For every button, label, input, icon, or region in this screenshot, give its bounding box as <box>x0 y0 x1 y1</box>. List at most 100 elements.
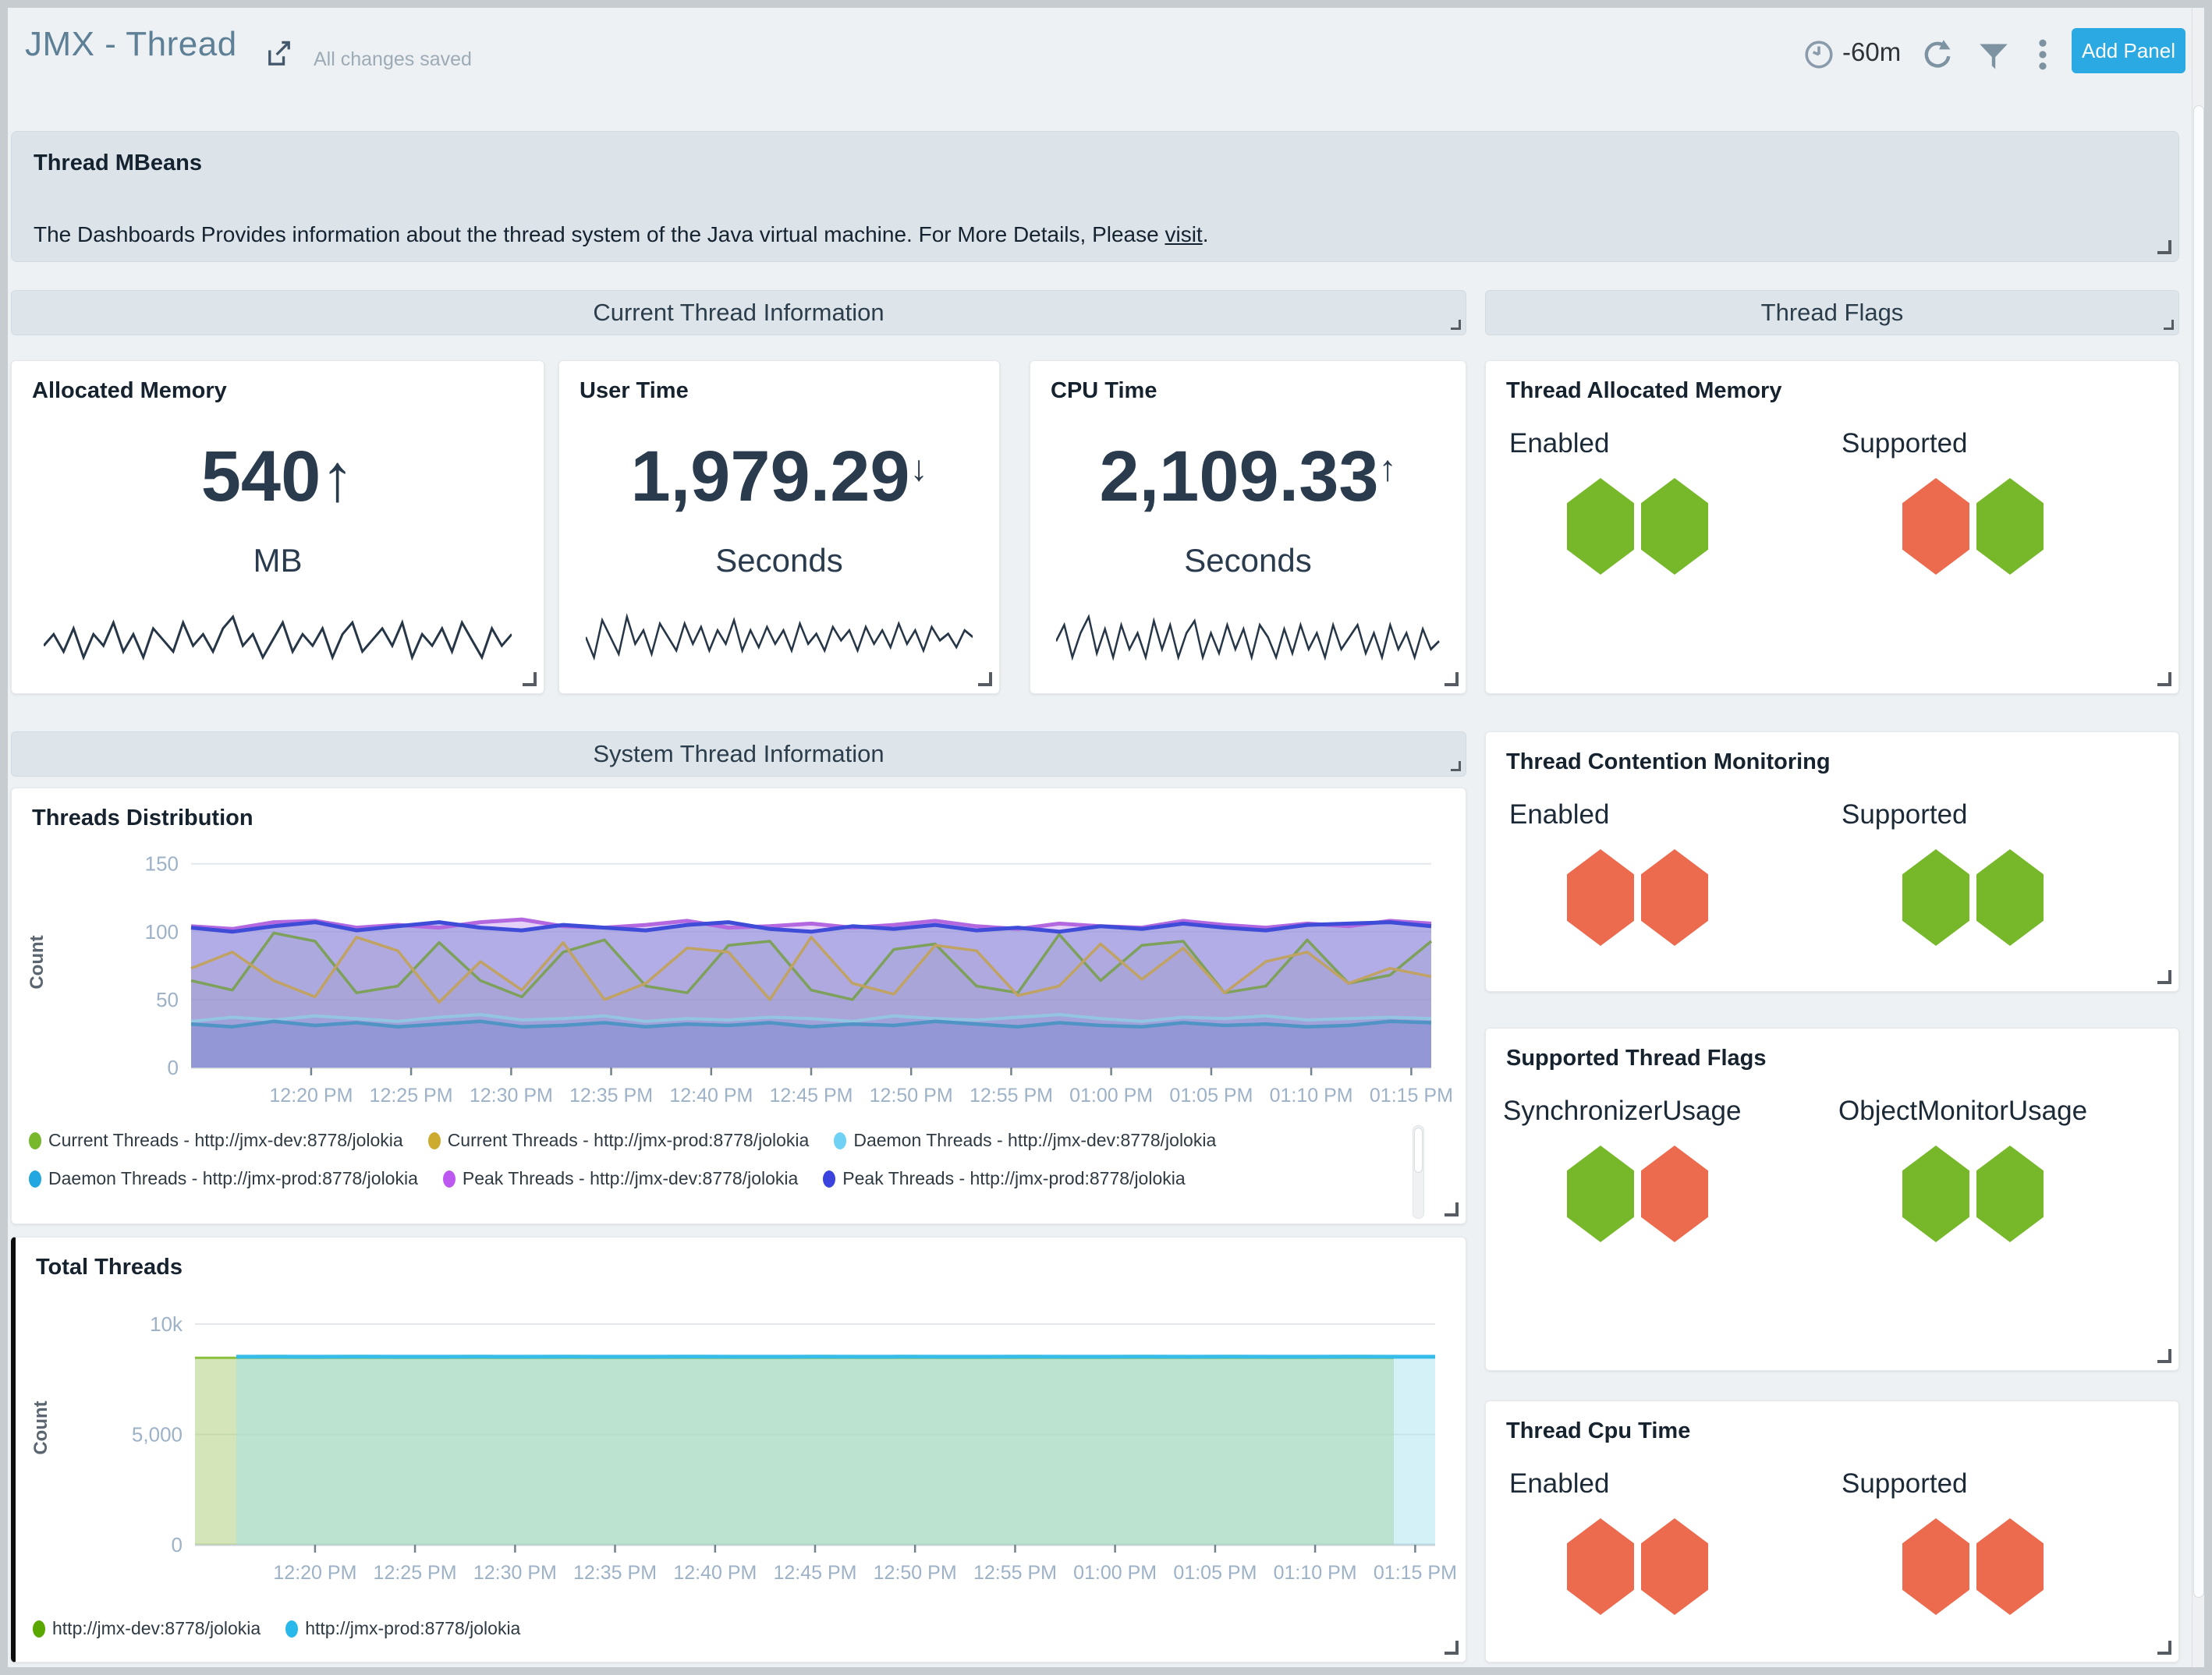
legend-item[interactable]: Peak Threads - http://jmx-prod:8778/jolo… <box>823 1168 1185 1189</box>
mbeans-description: The Dashboards Provides information abou… <box>34 222 1209 247</box>
flag-panel-supported-thread-flags: Supported Thread Flags SynchronizerUsage… <box>1485 1028 2179 1371</box>
thread-mbeans-panel: Thread MBeans The Dashboards Provides in… <box>11 131 2179 262</box>
resize-handle[interactable] <box>2157 1349 2171 1363</box>
legend-series-dot <box>443 1170 456 1188</box>
stat-panel-user-time: User Time 1,979.29↓ Seconds <box>558 360 1000 694</box>
svg-text:50: 50 <box>156 988 179 1011</box>
svg-text:12:30 PM: 12:30 PM <box>470 1085 553 1107</box>
resize-handle[interactable] <box>2157 970 2171 984</box>
hexagon-orange-indicator <box>1641 1146 1708 1242</box>
page-scrollbar-thumb[interactable] <box>2193 105 2204 1598</box>
legend-series-label: Peak Threads - http://jmx-prod:8778/jolo… <box>842 1168 1185 1189</box>
legend-series-label: http://jmx-dev:8778/jolokia <box>52 1618 261 1639</box>
svg-text:01:15 PM: 01:15 PM <box>1370 1085 1453 1107</box>
visit-link[interactable]: visit <box>1164 222 1202 246</box>
resize-handle[interactable] <box>2157 672 2171 686</box>
resize-handle[interactable] <box>2157 240 2171 254</box>
stat-unit: Seconds <box>559 542 999 579</box>
hexagon-green-indicator <box>1641 478 1708 575</box>
svg-text:12:50 PM: 12:50 PM <box>870 1085 953 1107</box>
legend-series-dot <box>834 1132 846 1149</box>
sparkline <box>586 612 973 662</box>
stat-value: 1,979.29↓ <box>559 436 999 518</box>
svg-text:01:10 PM: 01:10 PM <box>1270 1085 1353 1107</box>
legend-series-label: Daemon Threads - http://jmx-dev:8778/jol… <box>853 1130 1216 1151</box>
chart-title: Total Threads <box>36 1255 183 1280</box>
svg-text:01:10 PM: 01:10 PM <box>1274 1562 1357 1584</box>
legend-item[interactable]: Peak Threads - http://jmx-dev:8778/jolok… <box>443 1168 798 1189</box>
legend-scrollbar[interactable] <box>1413 1125 1424 1219</box>
svg-text:01:05 PM: 01:05 PM <box>1173 1562 1257 1584</box>
hex-indicator-group <box>1567 849 1708 946</box>
add-panel-button[interactable]: Add Panel <box>2072 28 2185 73</box>
resize-handle[interactable] <box>1451 320 1461 330</box>
total-threads-chart: 05,00010kCount12:20 PM12:25 PM12:30 PM12… <box>16 1297 1466 1601</box>
legend-item[interactable]: http://jmx-prod:8778/jolokia <box>285 1618 520 1639</box>
legend-series-label: Current Threads - http://jmx-prod:8778/j… <box>448 1130 810 1151</box>
resize-handle[interactable] <box>523 672 537 686</box>
resize-handle[interactable] <box>1451 761 1461 771</box>
svg-text:12:35 PM: 12:35 PM <box>573 1562 657 1584</box>
kebab-menu-icon[interactable] <box>2037 39 2048 70</box>
hexagon-green-indicator <box>1976 849 2044 946</box>
hex-indicator-group <box>1567 1518 1708 1615</box>
section-thread-flags: Thread Flags <box>1485 290 2179 335</box>
resize-handle[interactable] <box>978 672 992 686</box>
legend-series-label: Daemon Threads - http://jmx-prod:8778/jo… <box>48 1168 418 1189</box>
hexagon-orange-indicator <box>1902 478 1969 575</box>
hexagon-green-indicator <box>1902 1146 1969 1242</box>
legend-item[interactable]: Current Threads - http://jmx-prod:8778/j… <box>428 1130 810 1151</box>
sparkline <box>44 612 512 662</box>
filter-icon[interactable] <box>1978 42 2009 70</box>
section-system-thread-information: System Thread Information <box>11 731 1466 777</box>
sparkline <box>1056 612 1439 662</box>
total-threads-panel: Total Threads 05,00010kCount12:20 PM12:2… <box>11 1237 1466 1663</box>
svg-text:01:00 PM: 01:00 PM <box>1069 1085 1153 1107</box>
resize-handle[interactable] <box>1445 672 1459 686</box>
trend-down-icon: ↓ <box>910 448 928 488</box>
resize-handle[interactable] <box>1445 1641 1459 1655</box>
threads-distribution-panel: Threads Distribution 050100150Count12:20… <box>11 788 1466 1224</box>
stat-unit: Seconds <box>1030 542 1466 579</box>
stat-panel-cpu-time: CPU Time 2,109.33↑ Seconds <box>1030 360 1466 694</box>
legend-item[interactable]: Daemon Threads - http://jmx-prod:8778/jo… <box>29 1168 418 1189</box>
legend-item[interactable]: Daemon Threads - http://jmx-dev:8778/jol… <box>834 1130 1216 1151</box>
time-range-picker[interactable]: -60m <box>1842 37 1901 67</box>
svg-text:12:45 PM: 12:45 PM <box>773 1562 856 1584</box>
svg-text:12:35 PM: 12:35 PM <box>569 1085 653 1107</box>
svg-text:12:40 PM: 12:40 PM <box>673 1562 757 1584</box>
legend-series-dot <box>29 1170 41 1188</box>
legend-series-label: Current Threads - http://jmx-dev:8778/jo… <box>48 1130 403 1151</box>
dashboard-page: JMX - Thread All changes saved -60m Add … <box>8 8 2204 1667</box>
resize-handle[interactable] <box>2157 1641 2171 1655</box>
hexagon-green-indicator <box>1976 1146 2044 1242</box>
legend-series-label: http://jmx-prod:8778/jolokia <box>305 1618 520 1639</box>
hex-indicator-group <box>1567 478 1708 575</box>
svg-text:01:05 PM: 01:05 PM <box>1169 1085 1253 1107</box>
share-icon[interactable] <box>264 39 295 70</box>
svg-text:0: 0 <box>172 1533 183 1556</box>
hexagon-orange-indicator <box>1902 1518 1969 1615</box>
legend-scrollbar-thumb[interactable] <box>1414 1128 1423 1173</box>
refresh-icon[interactable] <box>1920 37 1955 72</box>
resize-handle[interactable] <box>1445 1202 1459 1216</box>
legend-item[interactable]: http://jmx-dev:8778/jolokia <box>33 1618 261 1639</box>
trend-up-icon: ↑ <box>1379 448 1397 488</box>
flag-panel-thread-allocated-memory: Thread Allocated Memory Enabled Supporte… <box>1485 360 2179 694</box>
svg-text:12:20 PM: 12:20 PM <box>273 1562 356 1584</box>
hexagon-orange-indicator <box>1567 849 1634 946</box>
svg-text:12:25 PM: 12:25 PM <box>374 1562 457 1584</box>
stat-unit: MB <box>12 542 544 579</box>
clock-icon[interactable] <box>1803 39 1834 70</box>
hexagon-green-indicator <box>1976 478 2044 575</box>
resize-handle[interactable] <box>2164 320 2174 330</box>
stat-title: Allocated Memory <box>32 378 227 404</box>
svg-text:01:15 PM: 01:15 PM <box>1374 1562 1457 1584</box>
legend-series-dot <box>823 1170 835 1188</box>
hex-indicator-group <box>1902 1518 2044 1615</box>
hexagon-orange-indicator <box>1641 849 1708 946</box>
legend-series-label: Peak Threads - http://jmx-dev:8778/jolok… <box>463 1168 798 1189</box>
mbeans-description-text: The Dashboards Provides information abou… <box>34 222 1164 246</box>
legend-item[interactable]: Current Threads - http://jmx-dev:8778/jo… <box>29 1130 403 1151</box>
svg-text:10k: 10k <box>150 1312 183 1336</box>
